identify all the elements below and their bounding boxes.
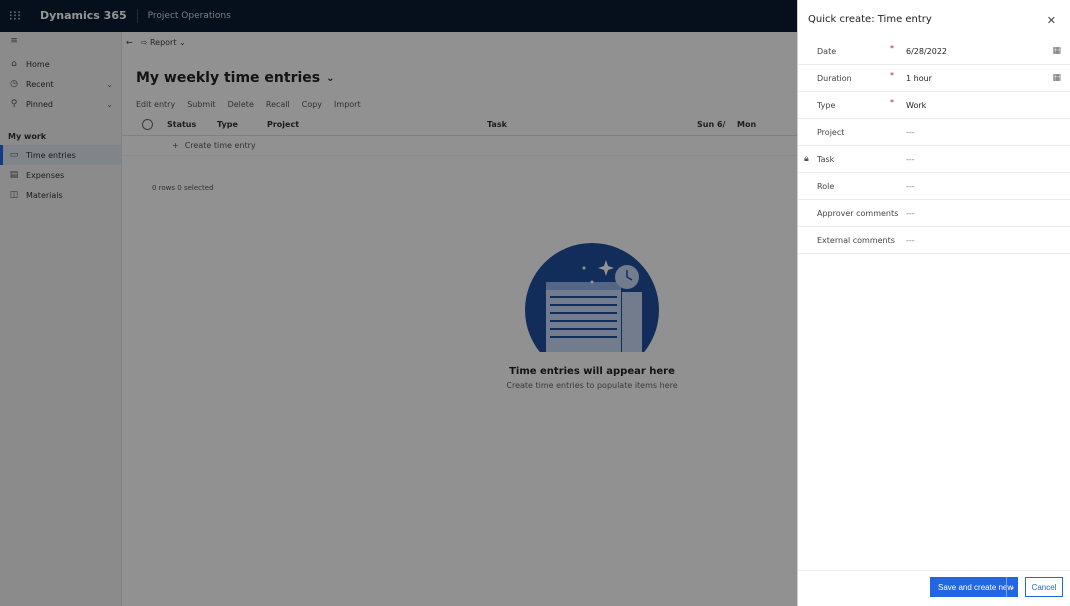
task-label: Task — [817, 154, 835, 164]
save-and-create-new-button[interactable]: Save and create new ⌄ — [930, 577, 1018, 597]
chevron-down-icon[interactable]: ⌄ — [1006, 577, 1018, 597]
task-value[interactable]: --- — [906, 155, 915, 164]
type-label: Type — [817, 100, 836, 110]
type-value[interactable]: Work — [906, 101, 926, 110]
date-value[interactable]: 6/28/2022 — [906, 47, 947, 56]
panel-footer: Save and create new ⌄ Cancel — [798, 570, 1070, 606]
required-indicator: * — [890, 71, 894, 80]
duration-label: Duration — [817, 73, 852, 83]
task-field[interactable]: 🔒︎ Task --- — [798, 146, 1070, 173]
duration-value[interactable]: 1 hour — [906, 74, 932, 83]
approver-comments-label: Approver comments — [817, 208, 899, 218]
role-value[interactable]: --- — [906, 182, 915, 191]
close-icon[interactable]: ✕ — [1047, 14, 1056, 27]
cancel-button[interactable]: Cancel — [1025, 577, 1063, 597]
external-comments-label: External comments — [817, 235, 895, 245]
approver-comments-field[interactable]: Approver comments --- — [798, 200, 1070, 227]
type-field[interactable]: Type * Work — [798, 92, 1070, 119]
date-field[interactable]: Date * 6/28/2022 ▦ — [798, 38, 1070, 65]
duration-field[interactable]: Duration * 1 hour ▦ — [798, 65, 1070, 92]
app-window: ⁝⁝⁝ Dynamics 365 Project Operations ≡ ⌂ … — [0, 0, 1070, 606]
save-button-label: Save and create new — [938, 582, 1014, 592]
calendar-icon[interactable]: ▦ — [1052, 73, 1061, 83]
external-comments-field[interactable]: External comments --- — [798, 227, 1070, 254]
calendar-icon[interactable]: ▦ — [1052, 46, 1061, 56]
project-label: Project — [817, 127, 845, 137]
modal-overlay[interactable] — [0, 0, 797, 606]
project-field[interactable]: Project --- — [798, 119, 1070, 146]
role-field[interactable]: Role --- — [798, 173, 1070, 200]
lock-icon: 🔒︎ — [804, 154, 809, 164]
approver-comments-value[interactable]: --- — [906, 209, 915, 218]
required-indicator: * — [890, 98, 894, 107]
panel-title: Quick create: Time entry — [808, 13, 932, 25]
quick-create-panel: Quick create: Time entry ✕ Date * 6/28/2… — [797, 0, 1070, 606]
external-comments-value[interactable]: --- — [906, 236, 915, 245]
date-label: Date — [817, 46, 837, 56]
required-indicator: * — [890, 44, 894, 53]
role-label: Role — [817, 181, 835, 191]
project-value[interactable]: --- — [906, 128, 915, 137]
